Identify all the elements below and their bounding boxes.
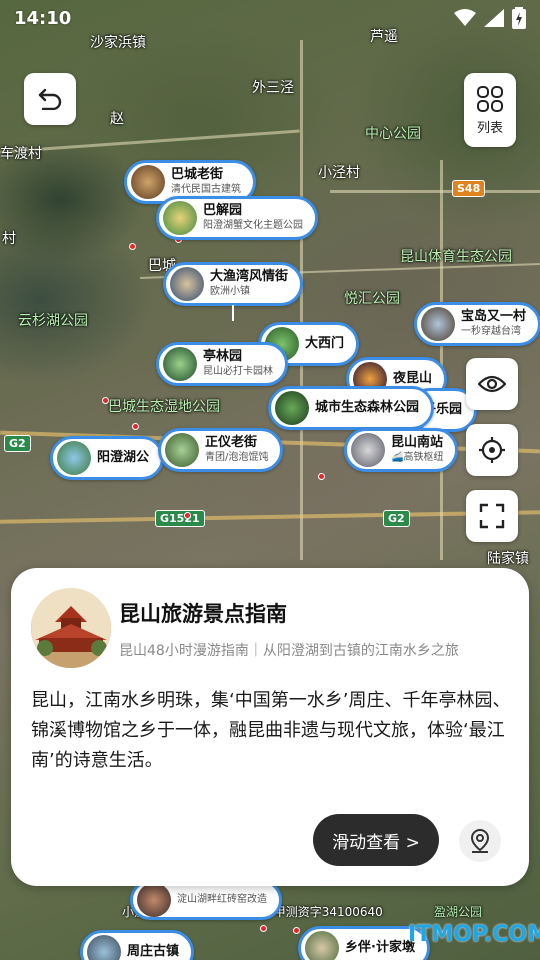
marker-dianshanhu[interactable]: 淀山湖畔红砖窑改造 [130, 880, 282, 920]
marker-yangchenghu[interactable]: 阳澄湖公 [50, 436, 165, 480]
marker-baxieyuan[interactable]: 巴解园阳澄湖蟹文化主题公园 [156, 196, 318, 240]
wifi-icon [454, 9, 476, 26]
map-pin-button[interactable] [459, 820, 501, 862]
marker-name: 大渔湾风情街 [210, 269, 289, 284]
back-button[interactable] [24, 73, 76, 125]
marker-sub: 一秒穿越台湾 [461, 326, 521, 337]
marker-dayuwan[interactable]: 大渔湾风情街欧洲小镇 [163, 262, 304, 321]
map-label: 小泾村 [318, 165, 360, 181]
marker-tinglinyuan[interactable]: 亭林园昆山必打卡园林 [156, 342, 288, 386]
battery-icon [512, 7, 526, 29]
eye-icon [478, 375, 506, 393]
marker-name: 昆山南站 [391, 435, 444, 450]
map-label: 陆家镇 [487, 551, 529, 567]
marker-name: 大西门 [305, 336, 345, 351]
thumb-image [351, 433, 385, 467]
road-badge: G2 [383, 510, 410, 527]
map-label: 赵 [110, 111, 124, 127]
map-label: 中心公园 [365, 126, 421, 142]
thumb-image [170, 267, 204, 301]
marker-kunshan-south[interactable]: 昆山南站 🚄高铁枢纽 [344, 428, 459, 472]
undo-icon [38, 88, 62, 110]
guide-subtitle: 昆山48小时漫游指南｜从阳澄湖到古镇的江南水乡之旅 [119, 643, 459, 659]
status-time: 14:10 [14, 7, 72, 29]
thumb-image [57, 441, 91, 475]
poi-dot[interactable] [260, 925, 267, 932]
thumb-image [137, 883, 171, 917]
marker-sub: 清代民国古建筑 [171, 184, 241, 195]
guide-title: 昆山旅游景点指南 [119, 602, 287, 626]
marker-name: 巴解园 [203, 203, 243, 218]
map-label: 昆山体育生态公园 [400, 249, 512, 265]
swipe-view-button[interactable]: 滑动查看 > [313, 814, 439, 866]
list-button[interactable]: 列表 [464, 73, 516, 147]
thumb-image [165, 433, 199, 467]
marker-name: 城市生态森林公园 [315, 400, 420, 415]
marker-name: 正仪老街 [205, 435, 258, 450]
map-label: 外三泾 [252, 80, 294, 96]
poi-dot[interactable] [102, 397, 109, 404]
marker-zhengyi[interactable]: 正仪老街青团/泡泡馄饨 [158, 428, 284, 472]
marker-name: 夜昆山 [393, 371, 433, 386]
thumb-image [163, 201, 197, 235]
marker-sub: 青团/泡泡馄饨 [205, 452, 269, 463]
map-pin-icon [470, 828, 490, 853]
visibility-button[interactable] [466, 358, 518, 410]
marker-name: 乡伴·计家墩 [345, 940, 415, 955]
locate-button[interactable] [466, 424, 518, 476]
thumb-image [163, 347, 197, 381]
marker-name: 巴城老街 [171, 167, 224, 182]
map-label: 云杉湖公园 [18, 313, 88, 329]
list-label: 列表 [476, 120, 503, 136]
grid-icon [477, 85, 503, 112]
marker-sub: 欧洲小镇 [210, 286, 250, 297]
guide-cover-image [31, 588, 111, 668]
road-badge: G1521 [155, 510, 205, 527]
marker-name: 亭林园 [203, 349, 243, 364]
crosshair-icon [479, 437, 505, 463]
marker-zhouzhuang[interactable]: 周庄古镇 [80, 930, 195, 960]
poi-dot[interactable] [293, 927, 300, 934]
poi-dot[interactable] [129, 243, 136, 250]
marker-chengshi-senlin[interactable]: 城市生态森林公园 [268, 386, 435, 430]
marker-name: 周庄古镇 [127, 944, 180, 959]
poi-dot[interactable] [132, 423, 139, 430]
watermark: ITMOP.COM [408, 922, 540, 947]
road-badge: G2 [4, 435, 31, 452]
guide-card[interactable]: 昆山旅游景点指南 昆山48小时漫游指南｜从阳澄湖到古镇的江南水乡之旅 昆山，江南… [11, 568, 529, 886]
poi-dot[interactable] [318, 473, 325, 480]
poi-dot[interactable] [184, 512, 191, 519]
thumb-image [131, 165, 165, 199]
road-badge: S48 [452, 180, 486, 197]
marker-sub: 淀山湖畔红砖窑改造 [177, 894, 267, 905]
thumb-image [87, 935, 121, 960]
map-label: 盈湖公园 [434, 905, 483, 919]
map-label: 村 [2, 231, 16, 247]
thumb-image [421, 307, 455, 341]
marker-name: 阳澄湖公 [97, 450, 150, 465]
marker-name: 宝岛又一村 [461, 309, 527, 324]
marker-sub: 昆山必打卡园林 [203, 366, 273, 377]
guide-description: 昆山，江南水乡明珠，集‘中国第一水乡’周庄、千年亭林园、锦溪博物馆之乡于一体，融… [31, 690, 511, 771]
marker-baodao[interactable]: 宝岛又一村一秒穿越台湾 [414, 302, 540, 346]
map-label: 巴城生态湿地公园 [108, 399, 220, 415]
signal-icon [484, 9, 504, 27]
thumb-image [275, 391, 309, 425]
fullscreen-button[interactable] [466, 490, 518, 542]
map-label: 悦汇公园 [344, 291, 400, 307]
thumb-image [305, 931, 339, 960]
map-label: 车渡村 [0, 146, 42, 162]
status-bar: 14:10 [0, 0, 540, 36]
marker-sub: 阳澄湖蟹文化主题公园 [203, 220, 303, 231]
marker-sub: 🚄高铁枢纽 [391, 452, 444, 463]
fullscreen-icon [479, 503, 505, 529]
